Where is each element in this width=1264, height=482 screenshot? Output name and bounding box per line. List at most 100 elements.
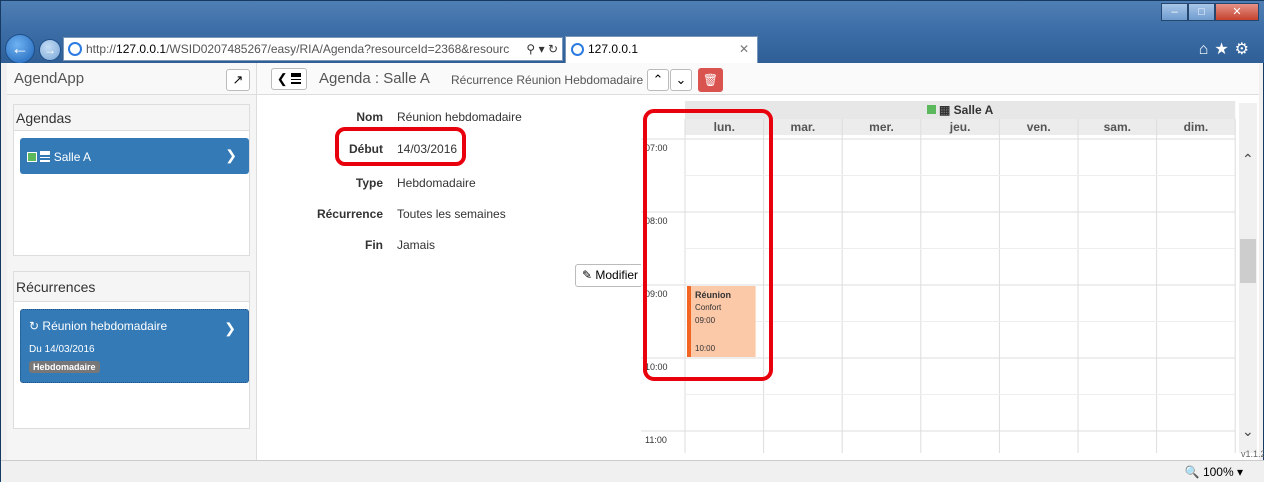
browser-tab[interactable]: 127.0.0.1 ✕ [565, 36, 758, 63]
app-brand: AgendApp [14, 70, 85, 87]
delete-button[interactable]: 🗑 [698, 68, 723, 92]
recurrence-type-badge: Hebdomadaire [29, 361, 100, 373]
agenda-item-salle-a[interactable]: Salle A ❯ [20, 138, 249, 174]
ie-logo-icon [68, 42, 82, 56]
trash-icon: 🗑 [702, 73, 719, 87]
page-subtitle: Récurrence Réunion Hebdomadaire [451, 73, 644, 87]
chevron-up-icon: ⌃ [652, 72, 664, 87]
address-bar[interactable]: http://127.0.0.1/WSID0207485267/easy/RIA… [63, 37, 563, 61]
week-calendar: ▦ Salle A lun. mar. mer. jeu. ven. sam. dim. 07:… [641, 101, 1236, 453]
zoom-level: 100% [1202, 465, 1234, 479]
home-icon[interactable]: ⌂ [1199, 41, 1215, 58]
day-label[interactable]: lun. [714, 120, 735, 134]
close-tab-icon[interactable]: ✕ [739, 37, 749, 62]
hour-label: 08:00 [645, 216, 668, 226]
day-label[interactable]: jeu. [949, 120, 971, 134]
recurrence-details: Nom Réunion hebdomadaire Début 14/03/201… [257, 96, 647, 460]
day-label[interactable]: dim. [1184, 120, 1209, 134]
scroll-up-icon[interactable]: ⌃ [1242, 151, 1254, 168]
zoom-icon: 🔍 [1184, 465, 1200, 479]
agendas-title: Agendas [14, 105, 249, 131]
green-square-icon [27, 152, 37, 162]
event-end-time: 10:00 [695, 344, 716, 353]
field-value-recurrence: Toutes les semaines [397, 207, 506, 221]
search-icon[interactable]: ⚲ [526, 42, 535, 56]
recurrences-title: Récurrences [14, 272, 249, 302]
agendas-panel: Agendas Salle A ❯ [13, 104, 250, 256]
external-link-icon: ↗ [232, 72, 244, 87]
field-value-type: Hebdomadaire [397, 176, 476, 190]
event-location: Confort [695, 303, 722, 312]
event-title: Réunion [695, 290, 731, 300]
ie-tab-icon [571, 43, 584, 56]
zoom-control[interactable]: 🔍 100% ▾ [1185, 465, 1243, 479]
external-link-button[interactable]: ↗ [226, 69, 250, 91]
calendar-background [641, 101, 1236, 453]
app-container: AgendApp ↗ Agendas Salle A ❯ Récurrences [7, 63, 1259, 460]
day-label[interactable]: sam. [1104, 120, 1131, 134]
field-value-fin: Jamais [397, 238, 436, 252]
maximize-button[interactable]: □ [1188, 3, 1215, 21]
hour-label: 07:00 [645, 143, 668, 153]
chevron-down-icon: ⌄ [675, 72, 687, 87]
calendar-resource-name: ▦ Salle A [939, 103, 994, 117]
back-button[interactable]: ← [5, 34, 35, 64]
arrow-right-icon: → [44, 43, 56, 57]
modify-label: Modifier [595, 268, 639, 282]
left-column: AgendApp ↗ Agendas Salle A ❯ Récurrences [7, 63, 257, 460]
favorites-star-icon[interactable]: ★ [1214, 41, 1234, 58]
tab-title: 127.0.0.1 [588, 42, 639, 56]
resource-color-icon [927, 105, 936, 114]
previous-button[interactable]: ⌃ [647, 69, 669, 91]
settings-gear-icon[interactable]: ⚙ [1235, 41, 1255, 58]
chevron-left-icon: ❮ [276, 71, 288, 86]
recurrence-item[interactable]: ↻ Réunion hebdomadaire ❯ Du 14/03/2016 H… [20, 309, 249, 383]
recurrences-panel: Récurrences ↻ Réunion hebdomadaire ❯ Du … [13, 271, 250, 429]
address-tools[interactable]: ⚲ ▾ ↻ [526, 38, 558, 60]
brand-bar: AgendApp ↗ [7, 63, 256, 95]
scrollbar-thumb[interactable] [1240, 239, 1256, 283]
back-to-agenda-button[interactable]: ❮ [271, 68, 307, 90]
window-controls: – □ ✕ [1161, 3, 1259, 21]
page-header: ❮ Agenda : Salle A Récurrence Réunion He… [257, 63, 1259, 95]
field-label-nom: Nom [356, 110, 383, 124]
chevron-right-icon: ❯ [224, 320, 236, 336]
browser-window: – □ ✕ ← → http://127.0.0.1/WSID020748526… [0, 0, 1264, 482]
dropdown-icon[interactable]: ▾ [539, 42, 545, 56]
hour-label: 10:00 [645, 362, 668, 372]
field-label-recurrence: Récurrence [316, 207, 383, 221]
refresh-icon[interactable]: ↻ [548, 42, 558, 56]
forward-button[interactable]: → [39, 39, 61, 61]
browser-chrome: – □ ✕ ← → http://127.0.0.1/WSID020748526… [1, 1, 1264, 64]
page-title: Agenda : Salle A [319, 70, 430, 87]
calendar-icon [40, 151, 51, 162]
field-value-nom: Réunion hebdomadaire [397, 110, 522, 124]
close-window-button[interactable]: ✕ [1215, 3, 1259, 21]
next-button[interactable]: ⌄ [670, 69, 692, 91]
chevron-right-icon: ❯ [225, 147, 237, 163]
scroll-down-icon[interactable]: ⌄ [1242, 423, 1254, 440]
calendar-icon [291, 73, 302, 84]
day-label[interactable]: mar. [791, 120, 816, 134]
app-version: v1.1.2 [1241, 449, 1264, 459]
hour-label: 09:00 [645, 289, 668, 299]
event-start-time: 09:00 [695, 316, 716, 325]
highlight-start-date [335, 127, 466, 166]
recurrence-item-date: Du 14/03/2016 [29, 344, 95, 355]
recurrence-item-label: Réunion hebdomadaire [42, 319, 168, 333]
recurrence-icon: ↻ [29, 319, 40, 333]
url-path: /WSID0207485267/easy/RIA/Agenda?resource… [166, 42, 510, 56]
modify-button[interactable]: ✎ Modifier [575, 264, 645, 287]
minimize-button[interactable]: – [1161, 3, 1188, 21]
arrow-left-icon: ← [11, 38, 29, 58]
browser-status-bar: 🔍 100% ▾ [1, 460, 1264, 482]
hour-label: 11:00 [645, 435, 667, 445]
day-label[interactable]: ven. [1027, 120, 1051, 134]
url-host: 127.0.0.1 [116, 42, 167, 56]
agenda-item-label: Salle A [53, 150, 92, 164]
browser-toolbar-icons: ⌂★⚙ [1199, 39, 1255, 59]
pencil-icon: ✎ [581, 268, 593, 282]
field-label-type: Type [355, 176, 383, 190]
url-prefix: http:// [86, 42, 117, 56]
day-label[interactable]: mer. [869, 120, 894, 134]
